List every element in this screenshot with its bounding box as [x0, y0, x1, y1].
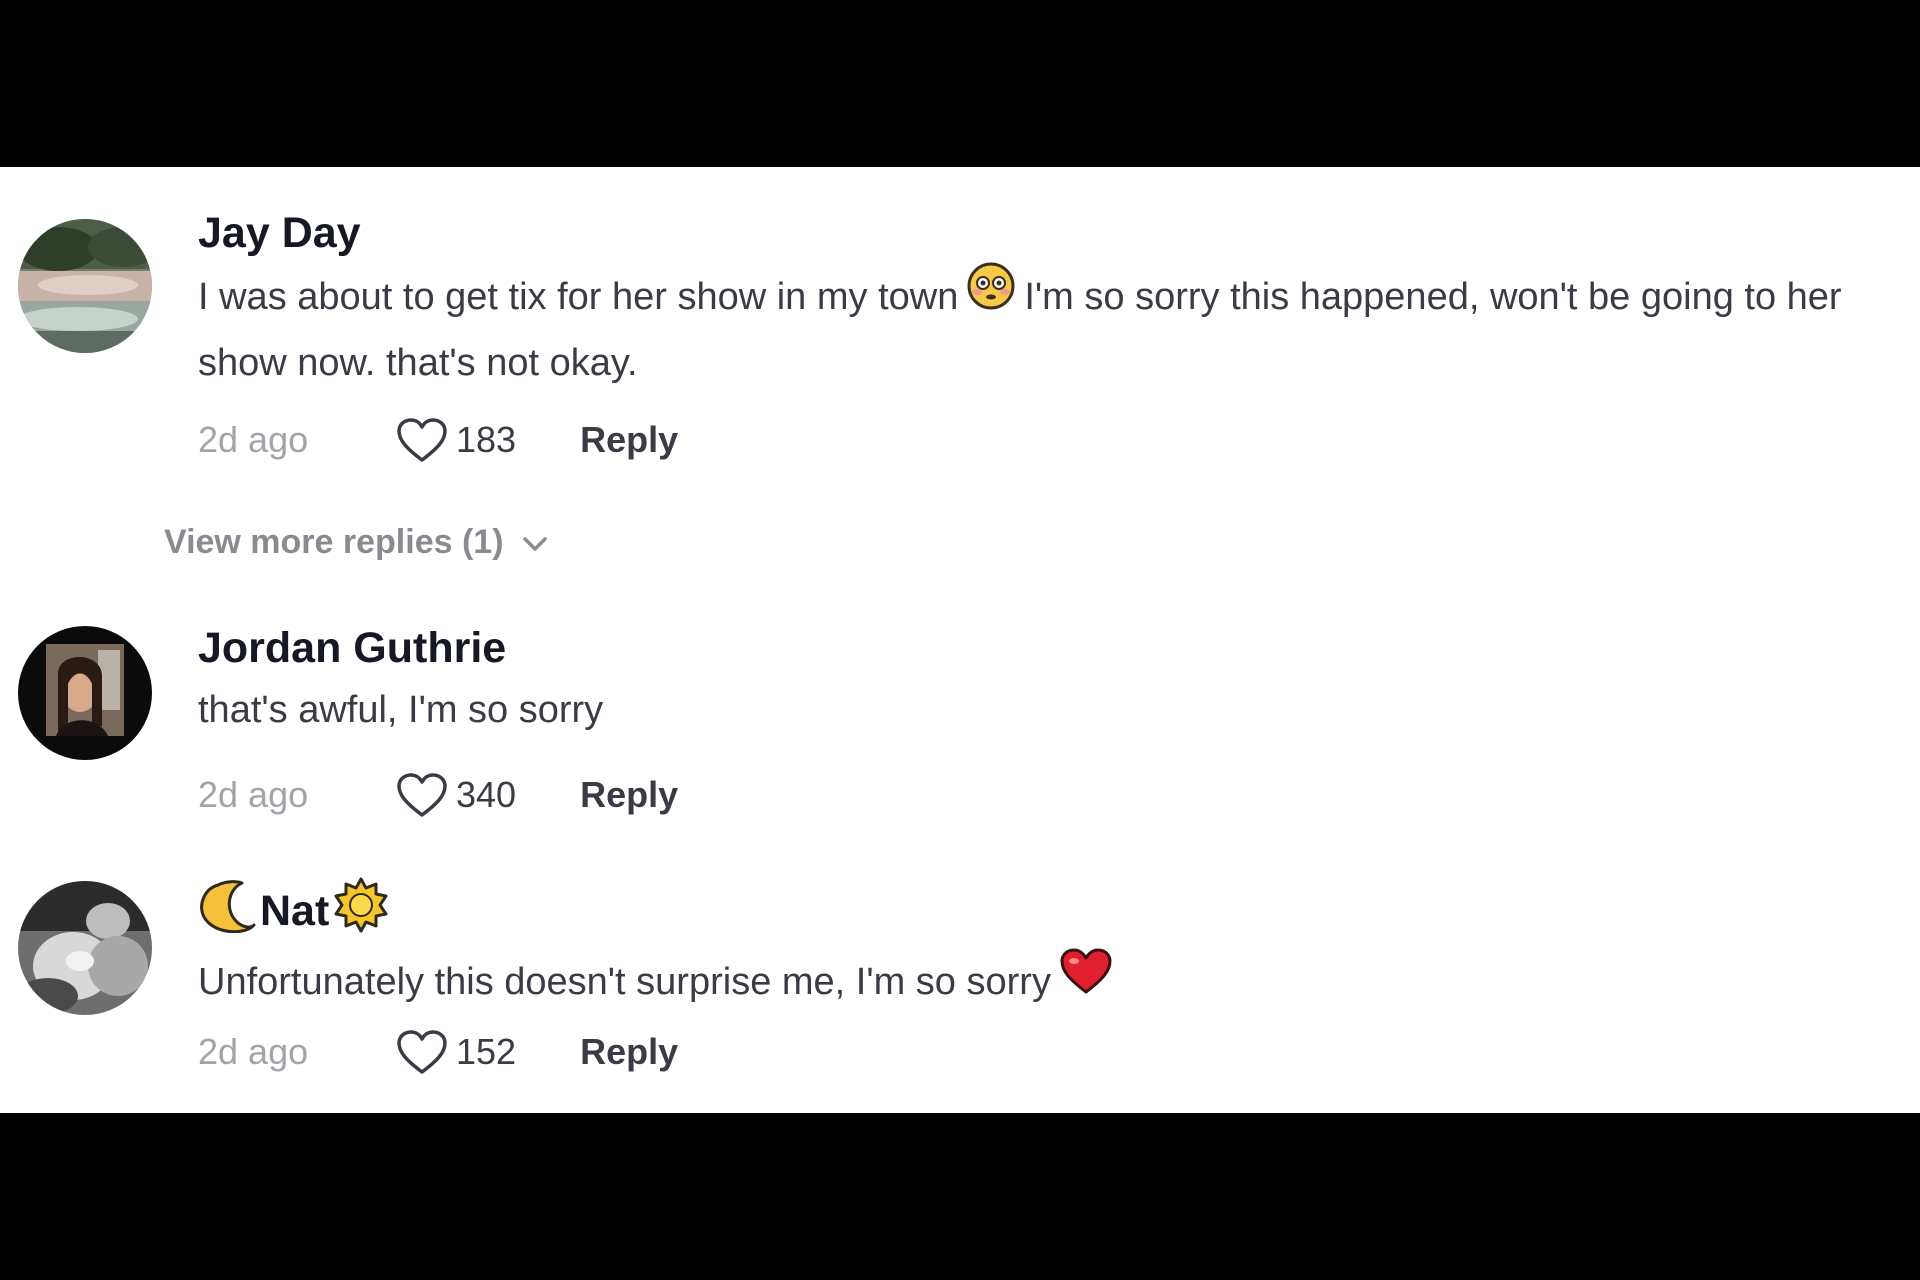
reply-button[interactable]: Reply — [580, 1031, 678, 1073]
comment-meta: 2d ago 152 Reply — [198, 1029, 678, 1075]
avatar[interactable] — [18, 219, 152, 353]
chevron-down-icon[interactable] — [522, 523, 548, 562]
crescent-moon-icon — [198, 877, 256, 945]
screenshot-frame: Jay Day I was about to get tix for her s… — [0, 0, 1920, 1280]
like-count: 183 — [456, 419, 517, 460]
comments-panel: Jay Day I was about to get tix for her s… — [0, 167, 1920, 1113]
like-count: 152 — [456, 1031, 517, 1072]
red-heart-icon — [1059, 947, 1113, 1013]
sun-icon — [333, 877, 389, 945]
comment-text-part: I was about to get tix for her show in m… — [198, 276, 959, 319]
reply-button[interactable]: Reply — [580, 419, 678, 461]
like-button[interactable]: 152 — [396, 1029, 516, 1075]
avatar[interactable] — [18, 626, 152, 760]
username[interactable]: Jordan Guthrie — [198, 622, 1888, 674]
username[interactable]: Nat — [198, 877, 1888, 945]
flushed-face-icon — [966, 261, 1016, 329]
timestamp: 2d ago — [198, 419, 309, 460]
comment-text: that's awful, I'm so sorry — [198, 689, 604, 731]
like-button[interactable]: 183 — [396, 417, 516, 463]
view-more-replies-button[interactable]: View more replies (1) — [164, 523, 548, 562]
comment-text: Unfortunately this doesn't surprise me, … — [198, 948, 1888, 1017]
username[interactable]: Jay Day — [198, 207, 1888, 259]
like-count: 340 — [456, 774, 517, 815]
timestamp: 2d ago — [198, 774, 309, 815]
like-button[interactable]: 340 — [396, 772, 516, 818]
comment-text-part: Unfortunately this doesn't surprise me, … — [198, 961, 1051, 1004]
avatar[interactable] — [18, 881, 152, 1015]
comment-text: I was about to get tix for her show in m… — [198, 262, 1888, 393]
heart-icon[interactable] — [396, 772, 448, 818]
comment-meta: 2d ago 340 Reply — [198, 772, 678, 818]
view-more-replies-label[interactable]: View more replies (1) — [164, 523, 504, 562]
timestamp: 2d ago — [198, 1031, 309, 1072]
comment-meta: 2d ago 183 Reply — [198, 417, 678, 463]
reply-button[interactable]: Reply — [580, 774, 678, 816]
username-text[interactable]: Nat — [260, 885, 329, 937]
heart-icon[interactable] — [396, 417, 448, 463]
heart-icon[interactable] — [396, 1029, 448, 1075]
